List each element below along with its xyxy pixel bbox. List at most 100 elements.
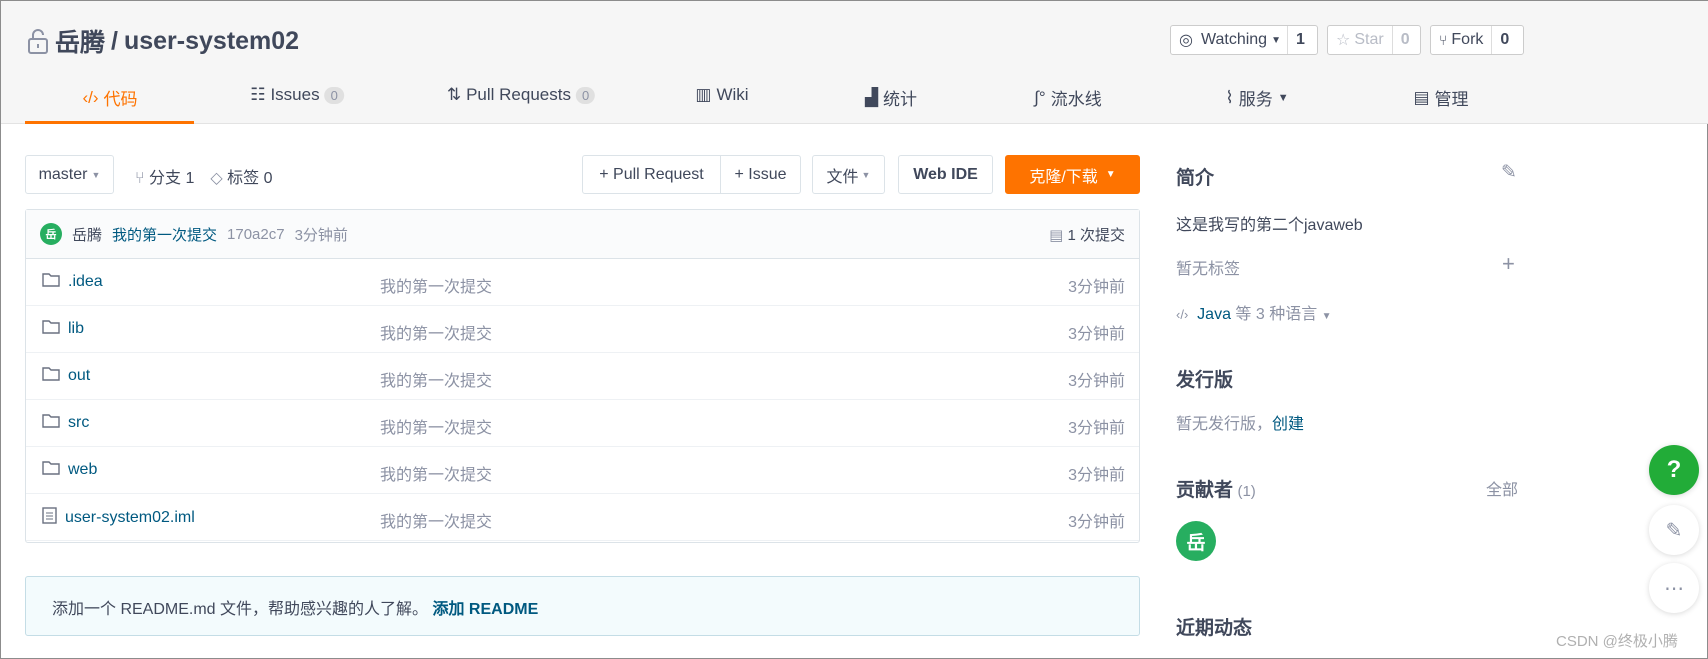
pipeline-icon: ∫° [1034, 87, 1046, 107]
file-row: web 我的第一次提交 3分钟前 [26, 447, 1139, 494]
separator: / [111, 26, 118, 55]
folder-icon [42, 319, 60, 339]
watch-button[interactable]: ◎ Watching ▼ 1 [1170, 25, 1318, 55]
file-commit-message[interactable]: 我的第一次提交 [380, 508, 492, 532]
new-issue-button[interactable]: + Issue [720, 155, 801, 194]
edit-icon[interactable]: ✎ [1501, 161, 1517, 184]
tab-label: Pull Requests [466, 85, 571, 104]
star-icon: ☆ [1336, 32, 1351, 49]
file-link[interactable]: src [42, 413, 89, 433]
file-commit-message[interactable]: 我的第一次提交 [380, 414, 492, 438]
language-selector[interactable]: ‹/› Java 等 3 种语言 ▼ [1176, 300, 1332, 324]
file-name: src [68, 414, 90, 431]
star-button[interactable]: ☆ Star 0 [1327, 25, 1421, 55]
file-name: .idea [68, 273, 103, 290]
commits-icon: ▤ [1049, 226, 1068, 244]
file-link[interactable]: .idea [42, 272, 103, 292]
active-tab-indicator [25, 121, 194, 124]
file-link[interactable]: lib [42, 319, 84, 339]
file-row: lib 我的第一次提交 3分钟前 [26, 306, 1139, 353]
tags-label: 标签 0 [227, 170, 273, 187]
tab-wiki[interactable]: ▥ Wiki [695, 85, 748, 105]
tab-stats[interactable]: ▟ 统计 [865, 85, 917, 110]
folder-icon [42, 413, 60, 433]
recent-activity-title: 近期动态 [1176, 618, 1253, 639]
help-button[interactable]: ? [1649, 445, 1699, 495]
create-release-link[interactable]: 创建 [1272, 416, 1304, 433]
pulse-icon: ⌇ [1225, 87, 1234, 107]
tags-link[interactable]: ◇ 标签 0 [210, 164, 272, 188]
fork-button[interactable]: ⑂ Fork 0 [1430, 25, 1524, 55]
file-commit-message[interactable]: 我的第一次提交 [380, 367, 492, 391]
pull-request-icon: ⇅ [446, 85, 462, 104]
file-label: 文件 [826, 168, 859, 186]
file-link[interactable]: user-system02.iml [42, 507, 195, 529]
file-link[interactable]: web [42, 460, 97, 480]
star-label: Star [1354, 31, 1384, 48]
folder-icon [42, 460, 60, 480]
readme-text: 添加一个 README.md 文件，帮助感兴趣的人了解。 [52, 601, 429, 618]
tag-icon: ◇ [210, 170, 228, 187]
file-name: user-system02.iml [65, 509, 195, 526]
latest-commit: 岳 岳腾 我的第一次提交 170a2c7 3分钟前 ▤ 1 次提交 [26, 210, 1139, 259]
repo-owner-link[interactable]: 岳腾 [55, 23, 105, 59]
add-tag-icon[interactable]: + [1502, 251, 1515, 277]
code-icon: ‹/› [1176, 307, 1189, 322]
tab-services[interactable]: ⌇ 服务 ▼ [1225, 85, 1288, 110]
pr-count: 0 [575, 86, 596, 104]
file-commit-message[interactable]: 我的第一次提交 [380, 273, 492, 297]
file-link[interactable]: out [42, 366, 90, 386]
contributors-title: 贡献者 [1176, 480, 1234, 501]
file-time: 3分钟前 [1068, 514, 1125, 531]
tab-manage[interactable]: ▤ 管理 [1413, 85, 1468, 110]
new-pull-request-button[interactable]: + Pull Request [582, 155, 721, 194]
file-time: 3分钟前 [1068, 373, 1125, 390]
issues-count: 0 [324, 86, 344, 104]
fork-icon: ⑂ [1439, 32, 1448, 48]
web-ide-button[interactable]: Web IDE [898, 155, 993, 194]
commit-message[interactable]: 我的第一次提交 [112, 224, 217, 245]
contributor-avatar[interactable]: 岳 [1176, 521, 1216, 561]
file-time: 3分钟前 [1068, 467, 1125, 484]
readme-notice: 添加一个 README.md 文件，帮助感兴趣的人了解。 添加 README [25, 576, 1140, 636]
tab-label: 代码 [103, 90, 138, 109]
tab-issues[interactable]: ☷ Issues 0 [250, 85, 344, 105]
commit-hash[interactable]: 170a2c7 [227, 226, 285, 243]
caret-down-icon: ▼ [1105, 169, 1116, 180]
file-commit-message[interactable]: 我的第一次提交 [380, 320, 492, 344]
edit-icon: ✎ [1665, 519, 1683, 542]
tab-pipeline[interactable]: ∫° 流水线 [1034, 85, 1101, 110]
branch-select[interactable]: master ▼ [25, 155, 114, 194]
feedback-button[interactable]: ✎ [1649, 505, 1699, 555]
file-icon [42, 507, 57, 529]
branches-link[interactable]: ⑂ 分支 1 [135, 164, 194, 188]
tab-pull-requests[interactable]: ⇅ Pull Requests 0 [446, 85, 596, 105]
clone-download-button[interactable]: 克隆/下载 ▼ [1005, 155, 1140, 194]
watch-count[interactable]: 1 [1286, 26, 1313, 54]
file-row: out 我的第一次提交 3分钟前 [26, 353, 1139, 400]
watch-label: Watching [1200, 31, 1268, 48]
commit-count-link[interactable]: ▤ 1 次提交 [1049, 224, 1125, 245]
chat-button[interactable]: ⋯ [1649, 563, 1699, 613]
watermark: CSDN @终极小腾 [1556, 633, 1678, 650]
add-readme-link[interactable]: 添加 README [432, 601, 538, 618]
clone-label: 克隆/下载 [1029, 168, 1098, 186]
fork-count[interactable]: 0 [1491, 26, 1517, 54]
file-commit-message[interactable]: 我的第一次提交 [380, 461, 492, 485]
file-row: src 我的第一次提交 3分钟前 [26, 400, 1139, 447]
repo-title: 岳腾 / user-system02 [27, 23, 299, 59]
file-menu-button[interactable]: 文件 ▼ [812, 155, 885, 194]
folder-icon [42, 272, 60, 292]
repo-name-link[interactable]: user-system02 [124, 27, 299, 56]
contributors-count: (1) [1237, 483, 1256, 500]
avatar[interactable]: 岳 [40, 223, 62, 245]
all-contributors-link[interactable]: 全部 [1486, 476, 1518, 500]
tab-label: 统计 [883, 90, 918, 109]
chat-icon: ⋯ [1664, 577, 1684, 600]
book-icon: ▥ [695, 85, 712, 104]
commit-author[interactable]: 岳腾 [72, 224, 102, 245]
file-row: .idea 我的第一次提交 3分钟前 [26, 259, 1139, 306]
star-count[interactable]: 0 [1391, 26, 1418, 54]
caret-down-icon: ▼ [91, 169, 101, 180]
tab-code[interactable]: ‹/› 代码 [82, 85, 137, 110]
